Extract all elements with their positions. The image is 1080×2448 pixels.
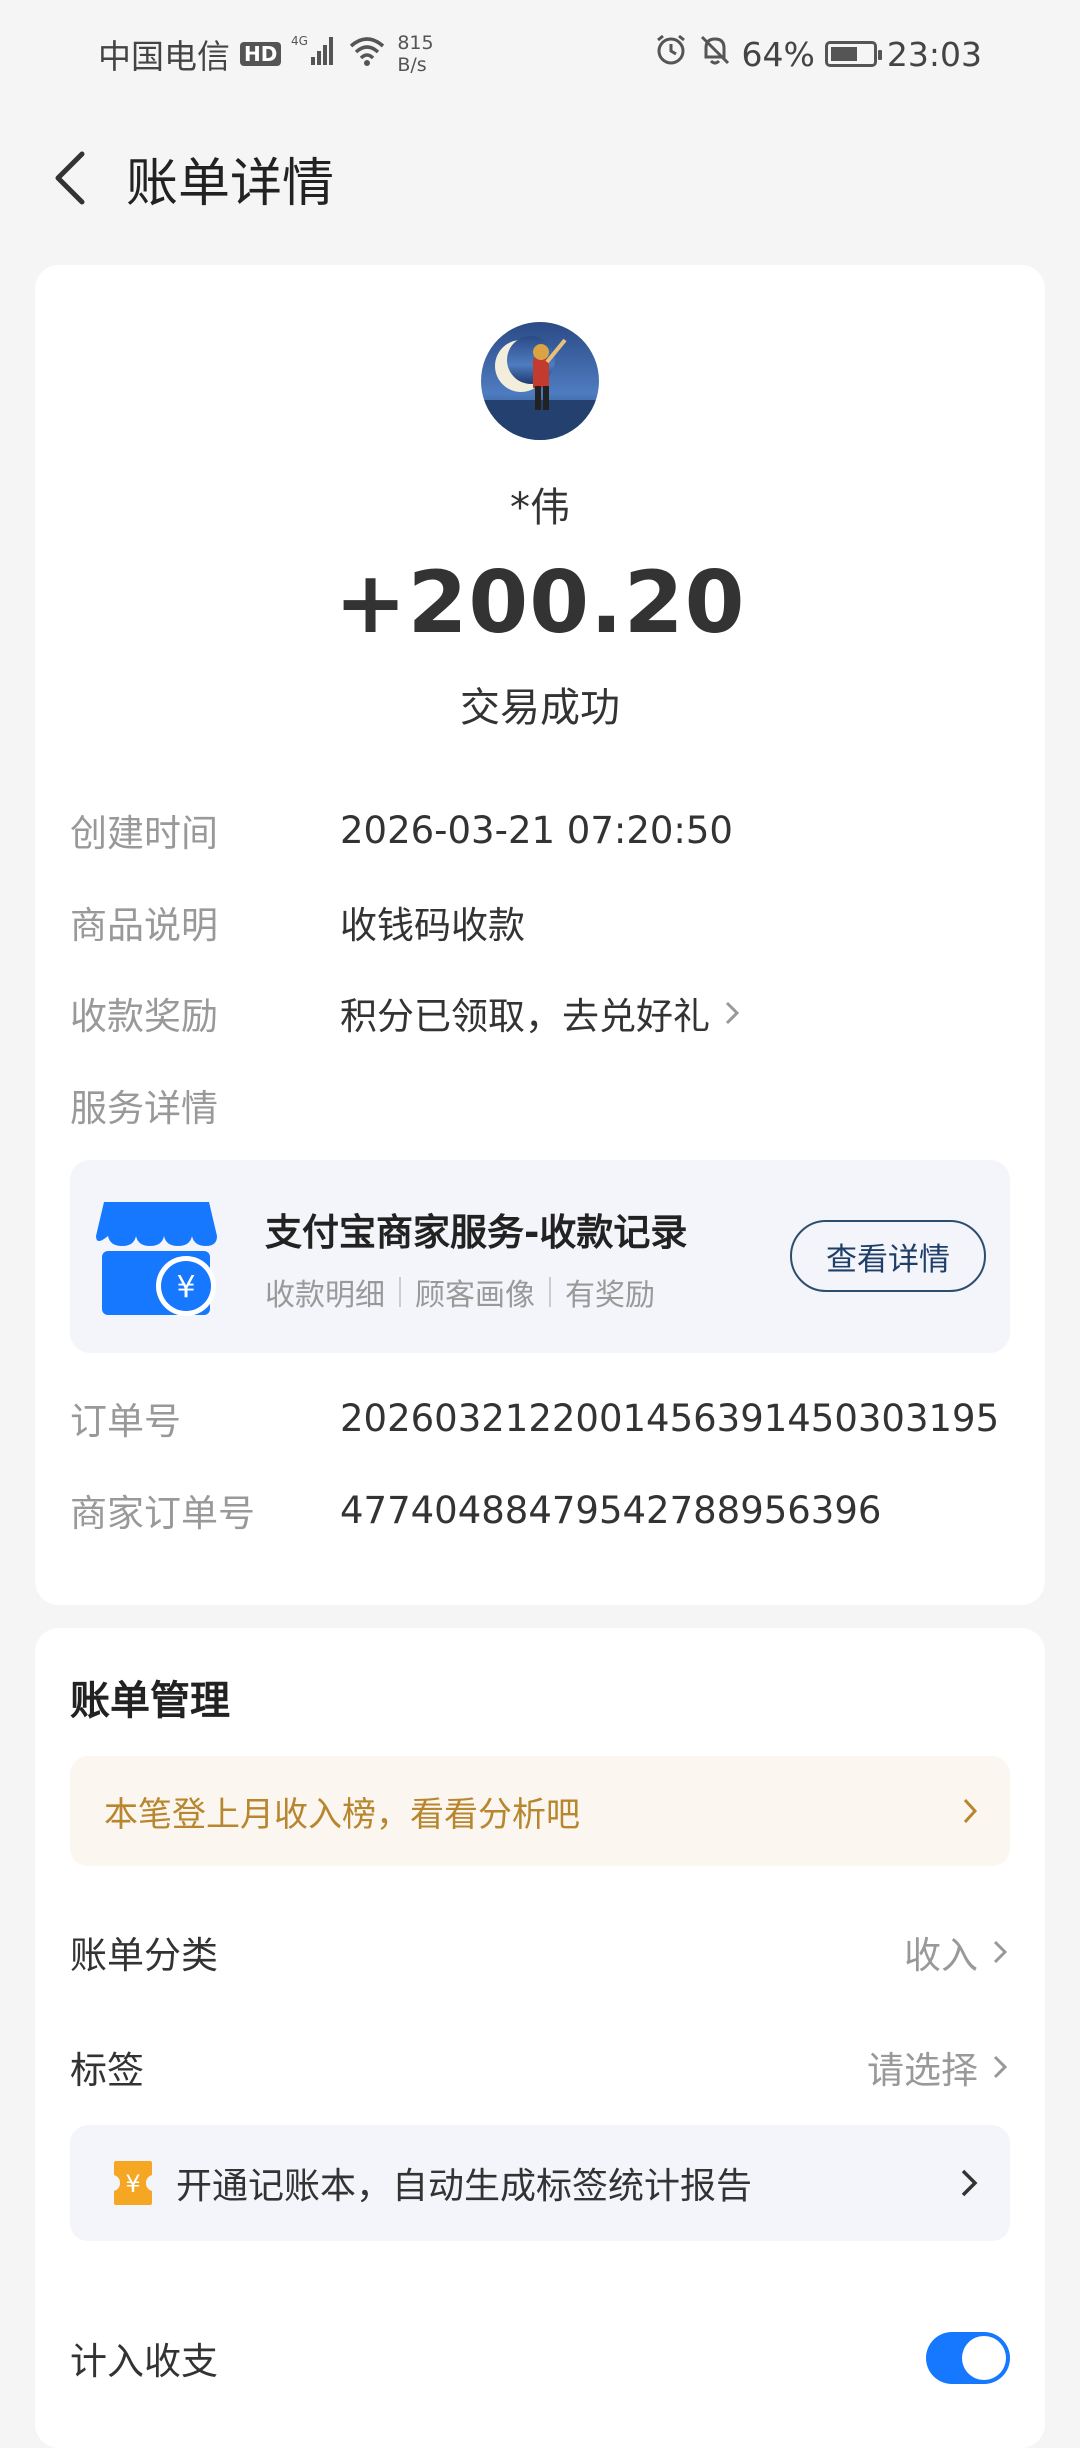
chevron-right-icon: [963, 1798, 978, 1824]
payer-name: *伟: [510, 485, 570, 531]
order-label: 订单号: [70, 1400, 181, 1443]
bill-category-row[interactable]: 账单分类 收入: [70, 1917, 1010, 1987]
mute-bell-icon: [698, 33, 732, 75]
chevron-right-icon: [993, 2055, 1008, 2079]
svg-text:¥: ¥: [125, 2170, 140, 2198]
transaction-card: *伟 +200.20 交易成功 创建时间 2026-03-21 07:20:50…: [35, 265, 1045, 1605]
income-rank-notice[interactable]: 本笔登上月收入榜，看看分析吧: [70, 1756, 1010, 1866]
service-label: 服务详情: [70, 1087, 218, 1130]
back-button[interactable]: [30, 138, 110, 218]
ledger-promo-content: ¥ 开通记账本，自动生成标签统计报告: [112, 2157, 752, 2209]
signal-icon: 4G: [291, 33, 337, 75]
product-value: 收钱码收款: [340, 904, 525, 947]
divider: [399, 1277, 401, 1307]
bill-management-card: 账单管理 本笔登上月收入榜，看看分析吧 账单分类 收入 标签 请选择 ¥ 开通记…: [35, 1628, 1045, 2448]
toggle-knob: [962, 2336, 1006, 2380]
payer-avatar[interactable]: [481, 322, 599, 440]
battery-level: [830, 47, 857, 61]
service-subitems: 收款明细 顾客画像 有奖励: [265, 1270, 655, 1314]
network-speed: 815 B/s: [397, 32, 433, 76]
created-time-label: 创建时间: [70, 812, 218, 855]
status-right: 64% 23:03: [654, 33, 982, 75]
tag-label: 标签: [70, 2049, 144, 2092]
wifi-icon: [347, 34, 387, 74]
order-value: 2026032122001456391450303195: [340, 1396, 1000, 1440]
category-value: 收入: [904, 1934, 978, 1977]
ledger-promo[interactable]: ¥ 开通记账本，自动生成标签统计报告: [70, 2125, 1010, 2241]
section-title: 账单管理: [70, 1678, 230, 1724]
speed-unit: B/s: [397, 54, 427, 76]
shop-icon: ¥: [96, 1202, 217, 1316]
view-details-button[interactable]: 查看详情: [790, 1220, 986, 1292]
detail-row-order: 订单号 2026032122001456391450303195: [70, 1388, 1010, 1448]
carrier-name: 中国电信: [98, 37, 230, 76]
created-time-value: 2026-03-21 07:20:50: [340, 808, 733, 852]
status-bar: 中国电信 HD 4G 815 B/s 64% 23:03: [0, 0, 1080, 108]
merchant-order-value: 4774048847954278895639​6: [340, 1488, 882, 1532]
ledger-text: 开通记账本，自动生成标签统计报告: [176, 2166, 753, 2207]
detail-row-reward[interactable]: 收款奖励 积分已领取，去兑好礼: [70, 983, 1010, 1043]
coupon-icon: ¥: [114, 2161, 152, 2205]
svg-text:¥: ¥: [176, 1270, 195, 1305]
page-title: 账单详情: [126, 153, 335, 214]
category-select[interactable]: 收入: [904, 1925, 1010, 1979]
tag-row[interactable]: 标签 请选择: [70, 2032, 1010, 2102]
detail-row-service: 服务详情: [70, 1075, 1010, 1135]
tag-select[interactable]: 请选择: [867, 2040, 1010, 2094]
include-in-stats-row: 计入收支: [70, 2323, 1010, 2393]
status-left: 中国电信 HD 4G 815 B/s: [98, 30, 434, 78]
include-toggle[interactable]: [926, 2332, 1010, 2384]
back-arrow-icon: [55, 151, 85, 205]
tag-value: 请选择: [867, 2049, 978, 2092]
product-label: 商品说明: [70, 904, 218, 947]
service-sub-item: 顾客画像: [415, 1278, 535, 1313]
battery-icon: [824, 41, 882, 67]
chevron-right-icon: [961, 2169, 978, 2197]
service-sub-item: 收款明细: [265, 1278, 385, 1313]
reward-link[interactable]: 积分已领取，去兑好礼: [340, 986, 742, 1040]
detail-row-merchant-order: 商家订单号 4774048847954278895639​6: [70, 1480, 1010, 1540]
service-sub-item: 有奖励: [565, 1278, 655, 1313]
transaction-amount: +200.20: [334, 553, 746, 653]
merchant-order-label: 商家订单号: [70, 1492, 255, 1535]
merchant-service-card[interactable]: ¥ 支付宝商家服务-收款记录 收款明细 顾客画像 有奖励 查看详情: [70, 1160, 1010, 1353]
hd-badge: HD: [240, 42, 282, 66]
reward-label: 收款奖励: [70, 995, 218, 1038]
battery-percent: 64%: [741, 34, 815, 74]
transaction-status: 交易成功: [460, 685, 620, 731]
detail-row-created-time: 创建时间 2026-03-21 07:20:50: [70, 800, 1010, 860]
divider: [549, 1277, 551, 1307]
category-label: 账单分类: [70, 1934, 218, 1977]
page-header: 账单详情: [0, 108, 1080, 248]
chevron-right-icon: [993, 1940, 1008, 1964]
speed-value: 815: [397, 32, 434, 54]
reward-value: 积分已领取，去兑好礼: [340, 995, 710, 1038]
chevron-right-icon: [725, 1001, 740, 1025]
service-title: 支付宝商家服务-收款记录: [265, 1211, 688, 1254]
clock: 23:03: [886, 34, 982, 74]
alarm-icon: [654, 33, 688, 75]
notice-text: 本笔登上月收入榜，看看分析吧: [104, 1794, 580, 1835]
include-label: 计入收支: [70, 2340, 218, 2383]
svg-text:4G: 4G: [291, 34, 308, 48]
detail-row-product: 商品说明 收钱码收款: [70, 892, 1010, 952]
